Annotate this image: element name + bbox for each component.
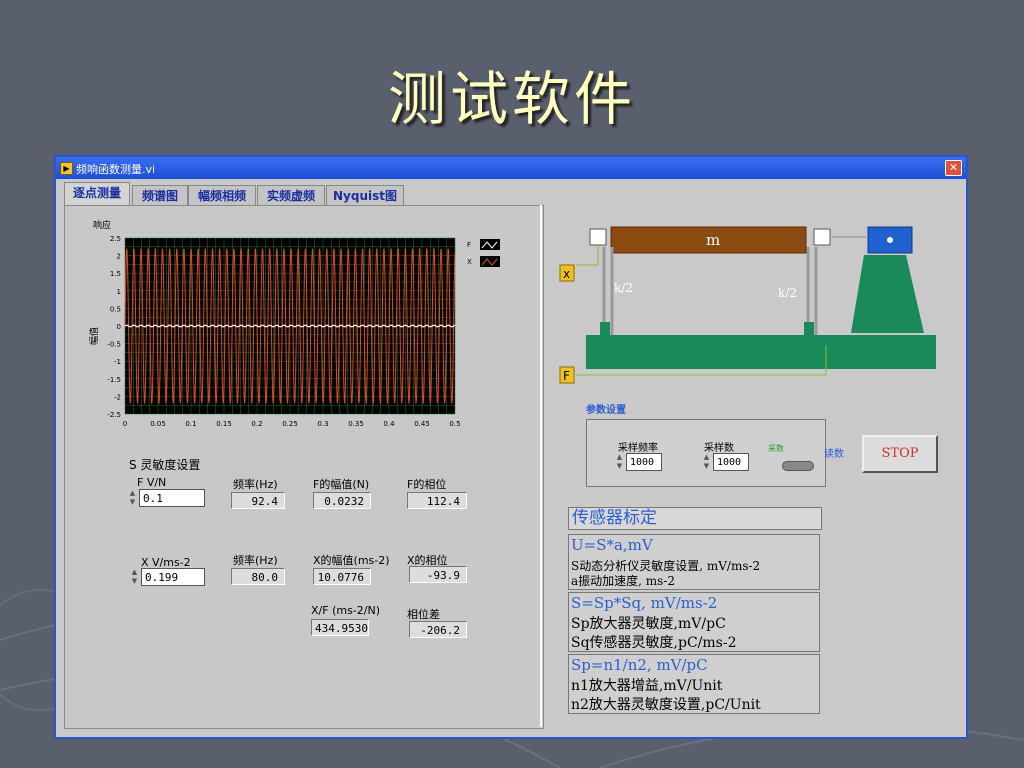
calibration-title: 传感器标定 — [568, 507, 822, 530]
window-titlebar[interactable]: ▶ 频响函数测量.vi ✕ — [56, 157, 966, 179]
calib-box-1-line-2: a振动加速度, ms-2 — [571, 574, 676, 588]
y-ticks: 2.5 2 1.5 1 0.5 0 -0.5 -1 -1.5 -2 -2.5 — [107, 235, 121, 419]
slide-title: 测试软件 — [387, 65, 636, 133]
x-indicator-label: x — [563, 267, 570, 281]
calib-box-2-line-2: Sq传感器灵敏度,pC/ms-2 — [571, 635, 737, 651]
calib-box-2-head: S=Sp*Sq, mV/ms-2 — [571, 594, 718, 612]
calib-box-3-line-1: n1放大器增益,mV/Unit — [571, 678, 723, 694]
legend-x-label: X — [467, 258, 472, 266]
x-tick-label: 0.1 — [185, 420, 196, 428]
y-tick-label: -2 — [114, 393, 121, 401]
x-tick-label: 0.5 — [449, 420, 460, 428]
legend-x-swatch — [480, 256, 500, 267]
y-tick-label: 1 — [117, 288, 121, 296]
f-freq-label: 频率(Hz) — [233, 478, 278, 491]
chart-legend: F X — [467, 239, 500, 267]
mass-label: m — [706, 231, 720, 249]
f-phase-value: 112.4 — [407, 492, 467, 509]
f-freq-value: 92.4 — [231, 492, 285, 509]
calib-box-1-head: U=S*a,mV — [571, 536, 653, 554]
left-sensor-box — [589, 228, 607, 246]
x-tick-label: 0 — [123, 420, 127, 428]
params-title: 参数设置 — [586, 405, 626, 416]
left-panel: 响应 幅值 2.5 2 1.5 1 0.5 0 -0.5 -1 -1.5 -2 -2.5 0 0.05… — [64, 205, 544, 729]
y-tick-label: 0 — [117, 323, 121, 331]
y-tick-label: -2.5 — [107, 411, 121, 419]
x-tick-label: 0.25 — [282, 420, 298, 428]
chart-ylabel: 幅值 — [88, 327, 100, 345]
x-tick-label: 0.45 — [414, 420, 430, 428]
xf-ratio-label: X/F (ms-2/N) — [311, 604, 380, 617]
x-tick-label: 0.3 — [317, 420, 328, 428]
tab-spectrum[interactable]: 频谱图 — [132, 185, 188, 206]
left-clamp — [600, 322, 610, 335]
y-tick-label: -0.5 — [107, 341, 121, 349]
f-indicator-label: F — [563, 369, 570, 383]
panel-divider — [540, 205, 542, 727]
y-tick-label: 2 — [117, 253, 121, 261]
sensitivity-section-label: S 灵敏度设置 — [129, 458, 201, 472]
x-tick-label: 0.2 — [251, 420, 262, 428]
f-sensitivity-spinner[interactable]: ▲ ▼ — [129, 489, 136, 507]
sample-count-input[interactable]: 1000 — [713, 453, 749, 471]
phase-diff-value: -206.2 — [409, 621, 467, 638]
vi-run-icon: ▶ — [60, 162, 73, 175]
sample-rate-input[interactable]: 1000 — [626, 453, 662, 471]
right-spring-label: k/2 — [778, 286, 797, 300]
y-tick-label: -1 — [114, 358, 121, 366]
x-tick-label: 0.05 — [150, 420, 166, 428]
read-label: 读数 — [824, 449, 844, 460]
acquire-read-toggle[interactable] — [782, 461, 814, 471]
tab-nyquist[interactable]: Nyquist图 — [326, 185, 404, 206]
response-chart: 响应 幅值 2.5 2 1.5 1 0.5 0 -0.5 -1 -1.5 -2 -2.5 0 0.05… — [88, 219, 500, 428]
y-tick-label: 1.5 — [110, 270, 121, 278]
right-sensor-box — [813, 228, 831, 246]
xf-ratio-value: 434.9530 — [311, 619, 369, 636]
x-phase-value: -93.9 — [409, 566, 467, 583]
f-sensitivity-input[interactable]: 0.1 — [139, 489, 205, 507]
stop-button[interactable]: STOP — [862, 435, 938, 473]
x-tick-label: 0.15 — [216, 420, 232, 428]
tab-magnitude-phase[interactable]: 幅频相频 — [188, 185, 256, 206]
calib-box-3-line-2: n2放大器灵敏度设置,pC/Unit — [571, 697, 761, 713]
sample-count-label: 采样数 — [704, 443, 734, 454]
tab-pointwise[interactable]: 逐点测量 — [64, 182, 130, 207]
sample-rate-spinner[interactable]: ▲ ▼ — [616, 453, 623, 471]
f-amp-label: F的幅值(N) — [313, 478, 370, 491]
x-sensitivity-input[interactable]: 0.199 — [141, 568, 205, 586]
x-sensor-wire — [576, 245, 599, 266]
legend-f-swatch — [480, 239, 500, 250]
left-spring-label: k/2 — [614, 281, 633, 295]
calib-box-3-head: Sp=n1/n2, mV/pC — [571, 656, 708, 674]
right-clamp — [804, 322, 814, 335]
legend-f-label: F — [467, 241, 471, 249]
phase-diff-label: 相位差 — [407, 608, 440, 621]
x-sensitivity-spinner[interactable]: ▲ ▼ — [131, 568, 138, 586]
x-freq-label: 频率(Hz) — [233, 554, 278, 567]
sample-rate-label: 采样频率 — [618, 443, 658, 454]
labview-window: ▶ 频响函数测量.vi ✕ 逐点测量 频谱图 幅频相频 实频虚频 Nyquist… — [54, 155, 968, 739]
calib-box-2-line-1: Sp放大器灵敏度,mV/pC — [571, 616, 726, 632]
y-tick-label: 0.5 — [110, 305, 121, 313]
x-freq-value: 80.0 — [231, 568, 285, 585]
exciter-pin — [887, 237, 893, 243]
f-phase-label: F的相位 — [407, 478, 447, 491]
base-plate — [586, 335, 936, 369]
sample-count-spinner[interactable]: ▲ ▼ — [703, 453, 710, 471]
x-ticks: 0 0.05 0.1 0.15 0.2 0.25 0.3 0.35 0.4 0.45 0.5 — [123, 420, 461, 428]
f-amp-value: 0.0232 — [313, 492, 371, 509]
y-tick-label: -1.5 — [107, 376, 121, 384]
x-amp-value: 10.0776 — [313, 568, 371, 585]
x-amp-label: X的幅值(ms-2) — [313, 554, 390, 567]
acquire-label: 采数 — [768, 444, 784, 453]
exciter-stand — [851, 255, 924, 333]
chart-title: 响应 — [93, 219, 111, 231]
window-title: 频响函数测量.vi — [76, 163, 156, 176]
tab-real-imag[interactable]: 实频虚频 — [257, 185, 325, 206]
f-sensitivity-label: F V/N — [137, 476, 167, 489]
x-tick-label: 0.35 — [348, 420, 364, 428]
y-tick-label: 2.5 — [110, 235, 121, 243]
x-tick-label: 0.4 — [383, 420, 395, 428]
close-button[interactable]: ✕ — [945, 160, 962, 176]
